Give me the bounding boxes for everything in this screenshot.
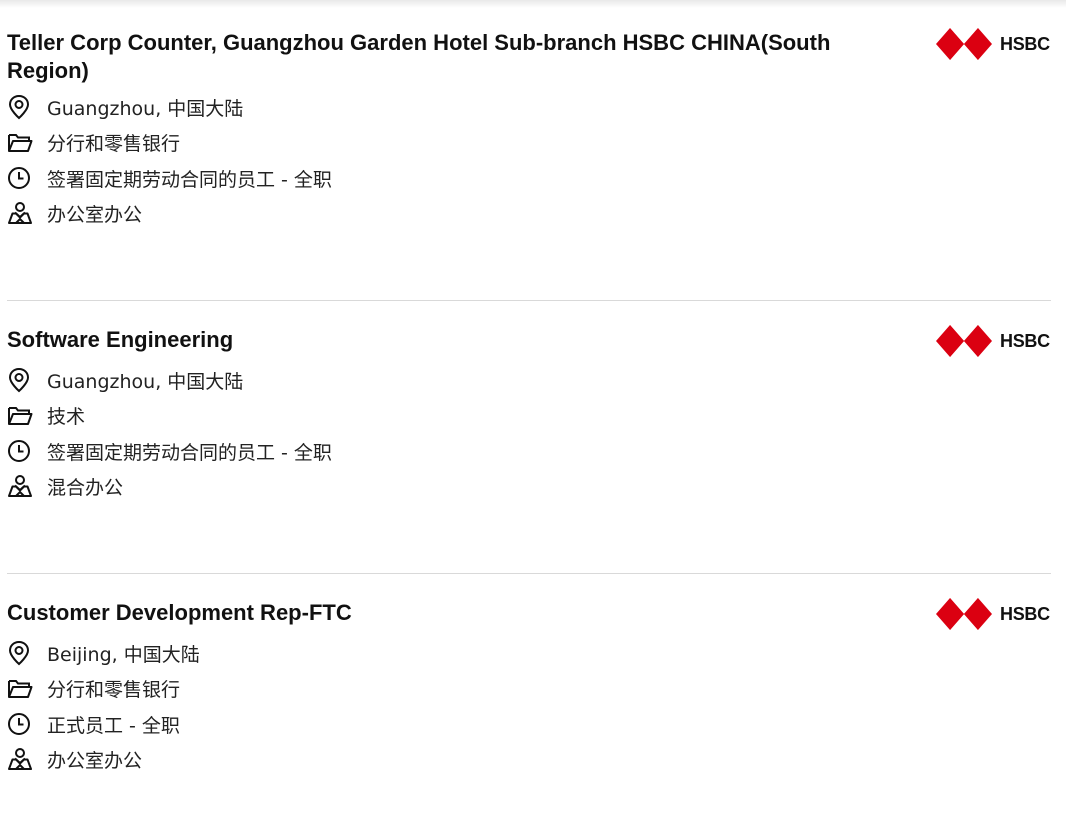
job-employment-type: 正式员工 - 全职 — [7, 709, 180, 739]
hsbc-hexagon-icon — [936, 598, 992, 630]
job-title[interactable]: Teller Corp Counter, Guangzhou Garden Ho… — [7, 29, 907, 85]
folder-icon — [7, 401, 35, 429]
job-category: 分行和零售银行 — [7, 127, 180, 157]
job-employment-type: 签署固定期劳动合同的员工 - 全职 — [7, 163, 332, 193]
hsbc-hexagon-icon — [936, 325, 992, 357]
folder-icon — [7, 128, 35, 156]
category-text: 技术 — [47, 405, 86, 428]
clock-icon — [7, 710, 35, 738]
office-person-icon — [7, 745, 35, 773]
hsbc-logo: HSBC — [936, 324, 1052, 358]
hsbc-logo: HSBC — [936, 27, 1052, 61]
category-text: 分行和零售银行 — [47, 678, 181, 701]
location-text: Beijing, 中国大陆 — [47, 643, 200, 666]
job-category: 技术 — [7, 400, 85, 430]
job-title[interactable]: Software Engineering — [7, 326, 907, 354]
job-title[interactable]: Customer Development Rep-FTC — [7, 599, 907, 627]
employment-text: 正式员工 - 全职 — [47, 714, 180, 737]
job-location: Guangzhou, 中国大陆 — [7, 365, 243, 395]
job-work-mode: 办公室办公 — [7, 198, 142, 228]
logo-text: HSBC — [1000, 330, 1050, 351]
location-text: Guangzhou, 中国大陆 — [47, 370, 244, 393]
work-mode-text: 办公室办公 — [47, 203, 143, 226]
location-text: Guangzhou, 中国大陆 — [47, 97, 244, 120]
job-location: Guangzhou, 中国大陆 — [7, 92, 243, 122]
job-work-mode: 混合办公 — [7, 471, 123, 501]
top-shadow — [0, 0, 1066, 8]
divider — [7, 300, 1051, 301]
work-mode-text: 办公室办公 — [47, 749, 143, 772]
office-person-icon — [7, 472, 35, 500]
job-work-mode: 办公室办公 — [7, 744, 142, 774]
hsbc-hexagon-icon — [936, 28, 992, 60]
clock-icon — [7, 164, 35, 192]
hsbc-logo: HSBC — [936, 597, 1052, 631]
logo-text: HSBC — [1000, 33, 1050, 54]
logo-text: HSBC — [1000, 603, 1050, 624]
office-person-icon — [7, 199, 35, 227]
location-pin-icon — [7, 366, 35, 394]
location-pin-icon — [7, 93, 35, 121]
job-location: Beijing, 中国大陆 — [7, 638, 200, 668]
job-employment-type: 签署固定期劳动合同的员工 - 全职 — [7, 436, 332, 466]
category-text: 分行和零售银行 — [47, 132, 181, 155]
work-mode-text: 混合办公 — [47, 476, 124, 499]
divider — [7, 573, 1051, 574]
location-pin-icon — [7, 639, 35, 667]
job-category: 分行和零售银行 — [7, 673, 180, 703]
folder-icon — [7, 674, 35, 702]
employment-text: 签署固定期劳动合同的员工 - 全职 — [47, 441, 332, 464]
clock-icon — [7, 437, 35, 465]
employment-text: 签署固定期劳动合同的员工 - 全职 — [47, 168, 332, 191]
